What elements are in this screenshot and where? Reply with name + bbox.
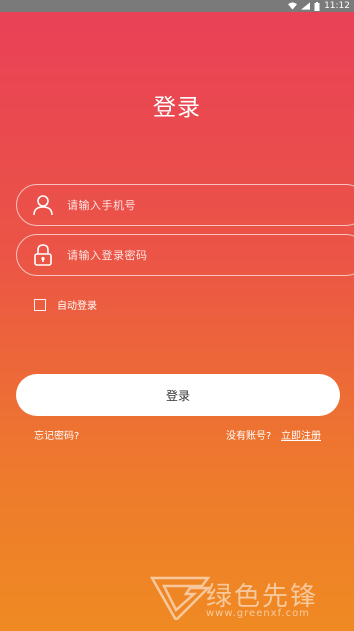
forgot-password-link[interactable]: 忘记密码? (34, 427, 79, 442)
user-icon (33, 195, 53, 216)
login-button[interactable]: 登录 (16, 374, 340, 416)
status-time: 11:12 (324, 1, 350, 11)
watermark-logo-icon (150, 576, 210, 620)
phone-input-placeholder: 请输入手机号 (67, 199, 136, 212)
status-bar: 11:12 (0, 0, 354, 12)
battery-icon (314, 1, 320, 11)
auto-login-row: 自动登录 (34, 297, 97, 312)
lock-icon (34, 244, 52, 266)
auto-login-label: 自动登录 (57, 301, 97, 312)
watermark: 绿色先锋 www.greenxf.com (150, 574, 350, 626)
password-field[interactable]: 请输入登录密码 (16, 234, 354, 276)
register-link[interactable]: 立即注册 (281, 427, 321, 442)
no-account-text: 没有账号? (226, 431, 272, 442)
auto-login-checkbox[interactable] (34, 298, 46, 311)
wifi-icon (288, 2, 298, 10)
password-input-placeholder: 请输入登录密码 (67, 249, 148, 262)
page-title: 登录 (153, 95, 201, 121)
signal-icon (301, 2, 311, 10)
watermark-url: www.greenxf.com (206, 608, 310, 619)
phone-field[interactable]: 请输入手机号 (16, 184, 354, 226)
